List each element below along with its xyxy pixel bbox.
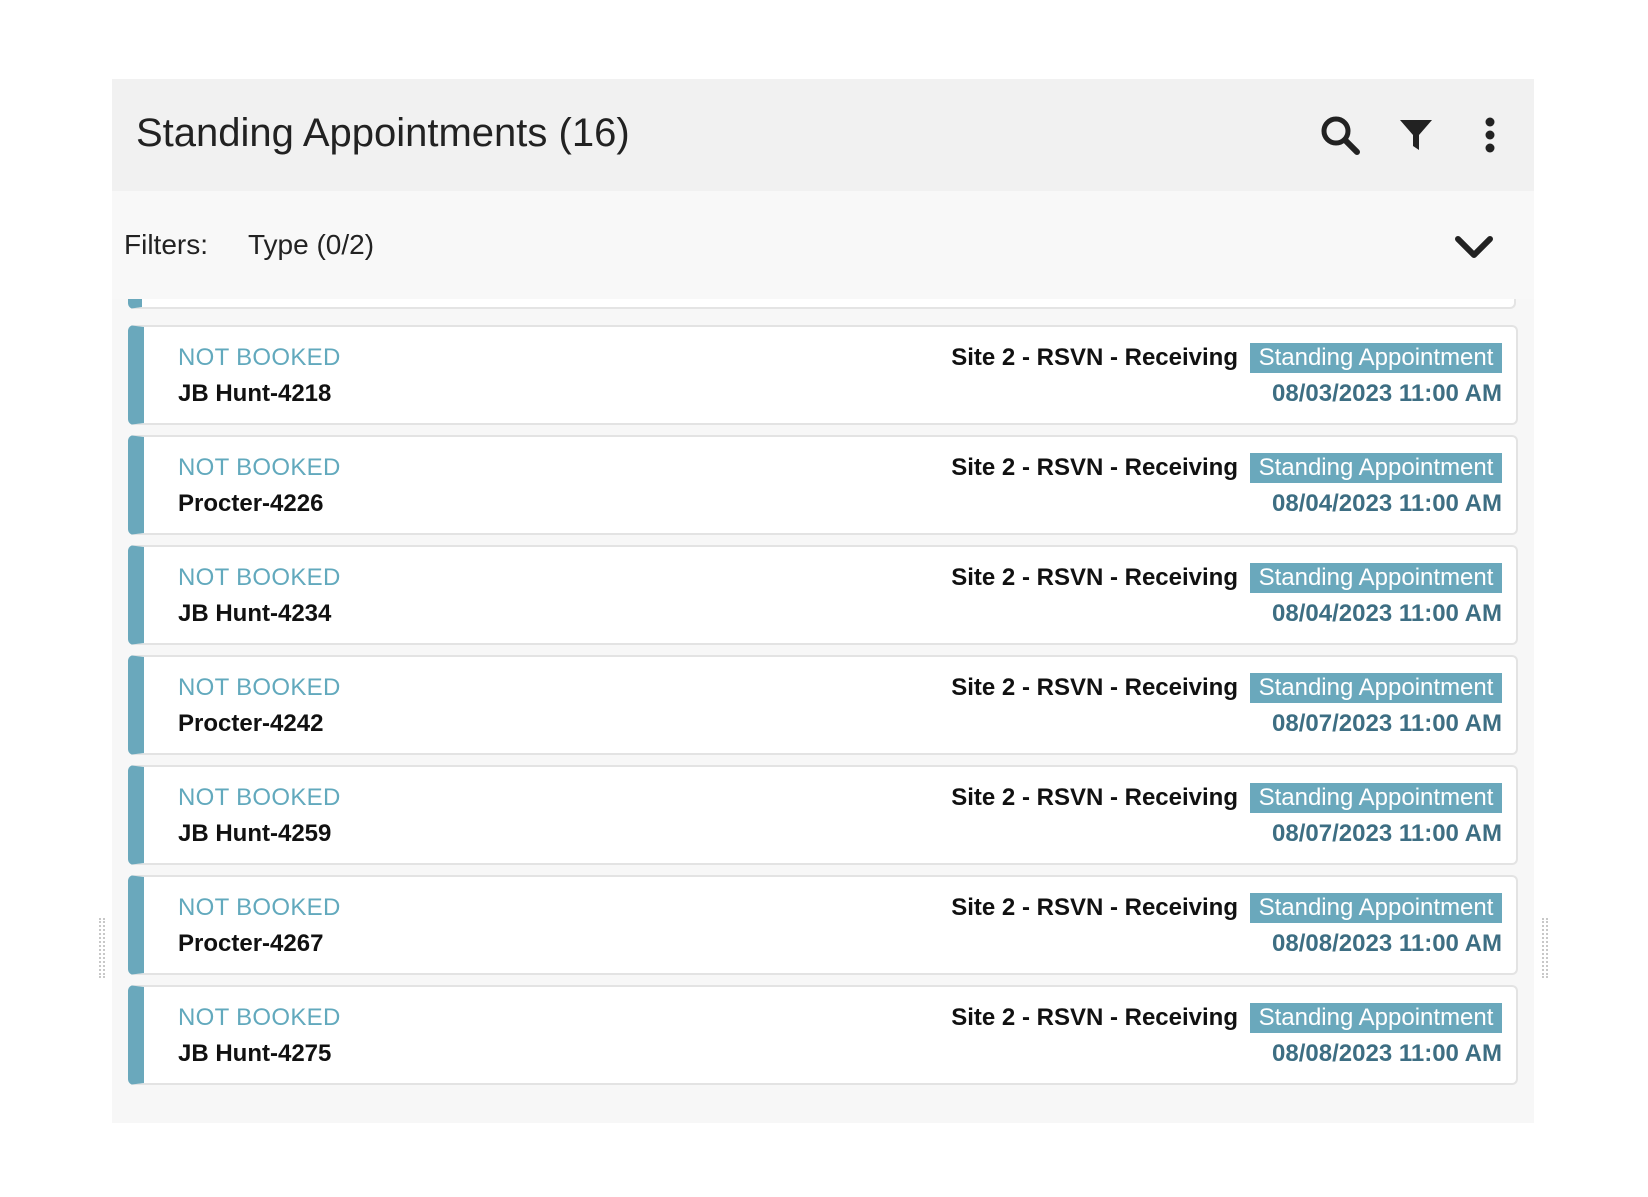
appointment-type-badge: Standing Appointment [1250, 343, 1502, 373]
panel-header: Standing Appointments (16) [112, 79, 1534, 191]
filter-icon[interactable] [1390, 109, 1442, 161]
appointment-card[interactable]: NOT BOOKED JB Hunt-4259 Site 2 - RSVN - … [128, 765, 1518, 865]
appointment-card[interactable]: NOT BOOKED JB Hunt-4275 Site 2 - RSVN - … [128, 985, 1518, 1085]
site-location: Site 2 - RSVN - Receiving [951, 454, 1238, 481]
booking-status: NOT BOOKED [178, 784, 341, 811]
search-icon[interactable] [1314, 109, 1366, 161]
booking-status: NOT BOOKED [178, 1004, 341, 1031]
page-title: Standing Appointments (16) [136, 111, 630, 155]
appointment-card[interactable]: NOT BOOKED Procter-4226 Site 2 - RSVN - … [128, 435, 1518, 535]
carrier-name: Procter-4226 [178, 490, 324, 517]
booking-status: NOT BOOKED [178, 564, 341, 591]
appointment-type-badge: Standing Appointment [1250, 453, 1502, 483]
appointment-type-badge: Standing Appointment [1250, 1003, 1502, 1033]
carrier-name: JB Hunt-4218 [178, 380, 332, 407]
type-filter[interactable]: Type (0/2) [248, 227, 374, 263]
booking-status: NOT BOOKED [178, 344, 341, 371]
site-location: Site 2 - RSVN - Receiving [951, 1004, 1238, 1031]
appointment-type-badge: Standing Appointment [1250, 673, 1502, 703]
standing-appointments-panel: Standing Appointments (16) Filters: Type… [112, 79, 1534, 1123]
appointment-card[interactable]: NOT BOOKED JB Hunt-4218 Site 2 - RSVN - … [128, 325, 1518, 425]
carrier-name: Procter-4267 [178, 930, 324, 957]
appointment-card[interactable]: NOT BOOKED Procter-4242 Site 2 - RSVN - … [128, 655, 1518, 755]
carrier-name: JB Hunt-4234 [178, 600, 332, 627]
booking-status: NOT BOOKED [178, 454, 341, 481]
appointment-card[interactable]: NOT BOOKED JB Hunt-4234 Site 2 - RSVN - … [128, 545, 1518, 645]
carrier-name: Procter-4242 [178, 710, 324, 737]
more-vertical-icon[interactable] [1464, 109, 1516, 161]
appointment-type-badge: Standing Appointment [1250, 893, 1502, 923]
right-resize-handle[interactable] [1542, 918, 1548, 978]
appointment-datetime: 08/04/2023 11:00 AM [1272, 490, 1502, 517]
filters-label: Filters: [124, 229, 208, 260]
left-resize-handle[interactable] [99, 918, 105, 978]
appointment-datetime: 08/07/2023 11:00 AM [1272, 710, 1502, 737]
filters-bar: Filters: Type (0/2) [112, 191, 1534, 299]
appointment-datetime: 08/08/2023 11:00 AM [1272, 1040, 1502, 1067]
site-location: Site 2 - RSVN - Receiving [951, 674, 1238, 701]
appointment-datetime: 08/03/2023 11:00 AM [1272, 380, 1502, 407]
partial-appointment-card [128, 299, 1516, 309]
appointment-datetime: 08/07/2023 11:00 AM [1272, 820, 1502, 847]
carrier-name: JB Hunt-4275 [178, 1040, 332, 1067]
appointment-card[interactable]: NOT BOOKED Procter-4267 Site 2 - RSVN - … [128, 875, 1518, 975]
booking-status: NOT BOOKED [178, 894, 341, 921]
site-location: Site 2 - RSVN - Receiving [951, 894, 1238, 921]
carrier-name: JB Hunt-4259 [178, 820, 332, 847]
site-location: Site 2 - RSVN - Receiving [951, 344, 1238, 371]
chevron-down-icon[interactable] [1452, 229, 1496, 265]
appointment-list[interactable]: NOT BOOKED JB Hunt-4218 Site 2 - RSVN - … [128, 299, 1518, 1123]
appointment-type-badge: Standing Appointment [1250, 563, 1502, 593]
booking-status: NOT BOOKED [178, 674, 341, 701]
site-location: Site 2 - RSVN - Receiving [951, 564, 1238, 591]
appointment-datetime: 08/08/2023 11:00 AM [1272, 930, 1502, 957]
site-location: Site 2 - RSVN - Receiving [951, 784, 1238, 811]
appointment-type-badge: Standing Appointment [1250, 783, 1502, 813]
appointment-datetime: 08/04/2023 11:00 AM [1272, 600, 1502, 627]
